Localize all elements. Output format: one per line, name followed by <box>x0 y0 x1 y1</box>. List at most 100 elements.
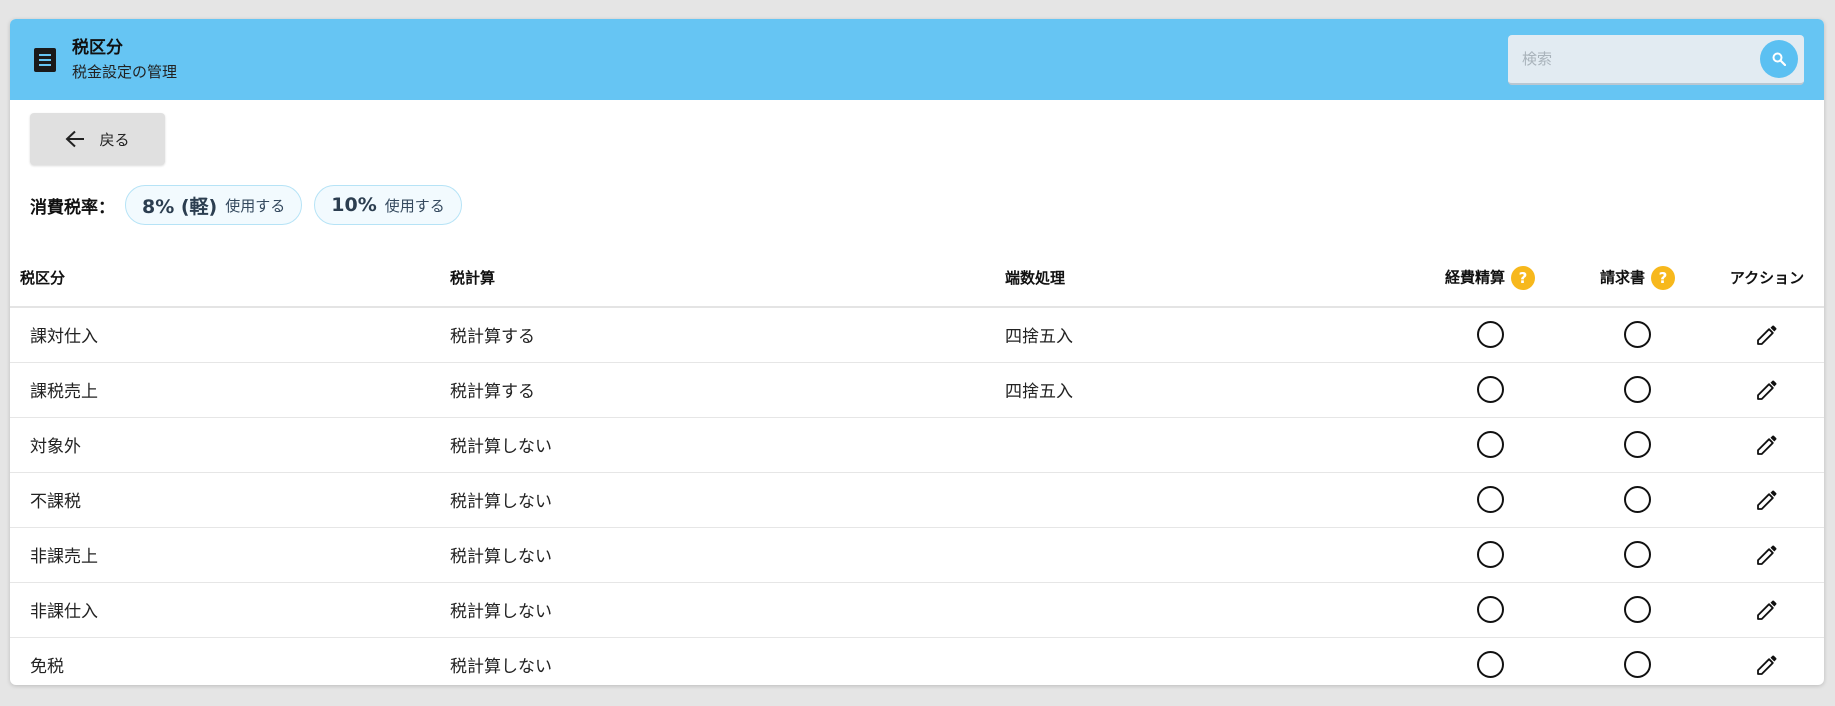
table-row: 非課売上 税計算しない <box>10 527 1824 583</box>
search-box <box>1508 35 1804 85</box>
tax-rate-status: 使用する <box>384 196 445 215</box>
table-row: 課対仕入 税計算する 四捨五入 <box>10 307 1824 363</box>
cell-rounding <box>1005 527 1415 583</box>
cell-expense <box>1415 582 1565 638</box>
cell-invoice <box>1565 637 1710 685</box>
circle-mark-icon <box>1476 321 1504 349</box>
tax-rate-chip-8[interactable]: 8% (軽) 使用する <box>125 185 303 225</box>
cell-rounding <box>1005 472 1415 528</box>
edit-button[interactable] <box>1755 488 1779 512</box>
edit-button[interactable] <box>1755 323 1779 347</box>
cell-action <box>1710 472 1824 528</box>
cell-expense <box>1415 417 1565 473</box>
table-row: 非課仕入 税計算しない <box>10 582 1824 638</box>
table-header-row: 税区分 税計算 端数処理 経費精算? 請求書? アクション <box>10 249 1824 308</box>
column-header-expense: 経費精算? <box>1415 249 1565 308</box>
cell-action <box>1710 362 1824 418</box>
circle-mark-icon <box>1476 431 1504 458</box>
table-body: 課対仕入 税計算する 四捨五入 課税売上 税計算する 四捨五入 対象外 税計算しない 不課税 税計… <box>10 307 1824 685</box>
arrow-left-icon <box>66 130 85 148</box>
cell-invoice <box>1565 582 1710 638</box>
back-button-label: 戻る <box>99 130 130 149</box>
edit-button[interactable] <box>1755 598 1779 622</box>
pencil-icon <box>1757 490 1777 510</box>
cell-category: 非課仕入 <box>10 582 450 638</box>
cell-category: 免税 <box>30 657 64 678</box>
header-titles: 税区分 税金設定の管理 <box>72 37 177 82</box>
cell-calc: 税計算しない <box>450 417 1005 473</box>
cell-calc: 税計算する <box>450 362 1005 418</box>
circle-mark-icon <box>1476 376 1504 403</box>
table-row: 課税売上 税計算する 四捨五入 <box>10 362 1824 418</box>
page-title: 税区分 <box>72 38 123 58</box>
table-row: 免税 税計算しない <box>10 637 1824 685</box>
table-row: 不課税 税計算しない <box>10 472 1824 528</box>
circle-mark-icon <box>1624 486 1651 513</box>
cell-category: 課対仕入 <box>10 307 450 363</box>
column-header-expense-label: 経費精算 <box>1444 268 1505 286</box>
cell-rounding <box>1005 582 1415 638</box>
cell-category: 課税売上 <box>10 362 450 418</box>
cell-action <box>1710 637 1824 685</box>
cell-invoice <box>1565 472 1710 528</box>
edit-button[interactable] <box>1755 653 1779 677</box>
cell-expense <box>1415 527 1565 583</box>
cell-calc: 税計算する <box>450 307 1005 363</box>
cell-expense <box>1415 637 1565 685</box>
cell-category: 対象外 <box>10 417 450 473</box>
cell-action <box>1710 527 1824 583</box>
column-header-calc: 税計算 <box>450 249 1005 308</box>
cell-calc: 税計算しない <box>450 582 1005 638</box>
cell-invoice <box>1565 307 1710 363</box>
edit-button[interactable] <box>1755 543 1779 567</box>
column-header-invoice-label: 請求書 <box>1599 268 1645 286</box>
help-icon[interactable]: ? <box>1511 265 1535 290</box>
pencil-icon <box>1757 545 1777 565</box>
cell-calc: 税計算しない <box>450 527 1005 583</box>
cell-category: 不課税 <box>10 472 450 528</box>
cell-rounding: 四捨五入 <box>1005 307 1415 363</box>
cell-invoice <box>1565 417 1710 473</box>
cell-invoice <box>1565 527 1710 583</box>
pencil-icon <box>1757 380 1777 400</box>
circle-mark-icon <box>1624 321 1651 349</box>
pencil-icon <box>1757 325 1777 345</box>
back-button[interactable]: 戻る <box>30 113 165 165</box>
cell-rounding: 四捨五入 <box>1005 362 1415 418</box>
column-header-invoice: 請求書? <box>1565 249 1710 308</box>
circle-mark-icon <box>1624 651 1651 679</box>
cell-rounding <box>1005 417 1415 473</box>
circle-mark-icon <box>1624 376 1651 403</box>
cell-expense <box>1415 362 1565 418</box>
tax-rate-status: 使用する <box>225 196 286 215</box>
page-header: 税区分 税金設定の管理 <box>10 19 1824 100</box>
help-icon[interactable]: ? <box>1651 265 1675 290</box>
column-header-action: アクション <box>1710 249 1824 308</box>
search-input[interactable] <box>1522 50 1760 68</box>
column-header-category: 税区分 <box>10 249 450 308</box>
cell-category: 非課売上 <box>10 527 450 583</box>
edit-button[interactable] <box>1755 433 1779 457</box>
cell-invoice <box>1565 362 1710 418</box>
tax-category-card: 税区分 税金設定の管理 戻る 消費税率： 8% (軽) 使用する 10% <box>10 19 1824 685</box>
cell-calc: 税計算しない <box>450 472 1005 528</box>
cell-expense <box>1415 307 1565 363</box>
circle-mark-icon <box>1476 651 1504 679</box>
circle-mark-icon <box>1624 431 1651 458</box>
cell-calc: 税計算しない <box>450 657 552 678</box>
tax-rate-row: 消費税率： 8% (軽) 使用する 10% 使用する <box>30 185 474 225</box>
tax-rate-chip-10[interactable]: 10% 使用する <box>314 185 462 225</box>
circle-mark-icon <box>1476 486 1504 513</box>
edit-button[interactable] <box>1755 378 1779 402</box>
tax-rate-label: 消費税率： <box>30 197 115 218</box>
column-header-rounding: 端数処理 <box>1005 249 1415 308</box>
list-icon <box>32 47 58 73</box>
tax-rate-value: 10% <box>331 194 377 216</box>
circle-mark-icon <box>1624 541 1651 568</box>
cell-action <box>1710 582 1824 638</box>
search-button[interactable] <box>1760 40 1798 78</box>
tax-rate-value: 8% (軽) <box>142 195 218 218</box>
table-row: 対象外 税計算しない <box>10 417 1824 473</box>
pencil-icon <box>1757 655 1777 675</box>
circle-mark-icon <box>1624 596 1651 623</box>
